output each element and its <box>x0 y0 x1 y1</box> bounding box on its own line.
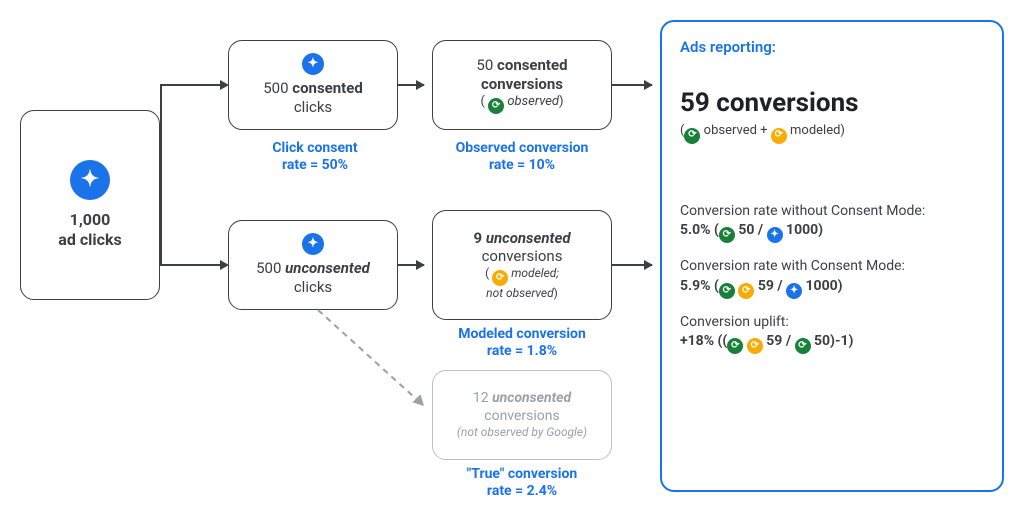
consented-count: 500 <box>263 79 288 97</box>
metric-uplift: Conversion uplift: +18% ((⟳ ⟳ 59 / ⟳ 50)… <box>680 313 853 355</box>
click-icon: ✦ <box>302 233 324 255</box>
arrow <box>612 264 652 266</box>
arrow <box>398 264 424 266</box>
observed-icon: ⟳ <box>719 227 735 243</box>
arrow <box>160 264 230 266</box>
report-title: Ads reporting: <box>680 38 776 57</box>
observed-icon: ⟳ <box>488 98 504 114</box>
click-icon: ✦ <box>767 227 783 243</box>
consented-conv-note: observed <box>507 94 559 109</box>
ad-clicks-count: 1,000 <box>70 210 111 229</box>
arrow <box>612 84 652 86</box>
label-click-consent-rate: Click consentrate = 50% <box>240 140 390 174</box>
click-icon: ✦ <box>302 53 324 75</box>
label-true-rate: "True" conversionrate = 2.4% <box>432 466 612 500</box>
modeled-icon: ⟳ <box>747 338 763 354</box>
modeled-icon: ⟳ <box>771 128 787 144</box>
ghost-word: unconsented <box>492 390 571 406</box>
unconsented-conv-label: conversions <box>482 247 563 266</box>
report-headline: 59 conversions <box>680 87 859 120</box>
box-consented-clicks: ✦ 500 consented clicks <box>228 40 398 130</box>
consented-conv-count: 50 <box>476 56 493 74</box>
diagram-canvas: ✦ 1,000 ad clicks ✦ 500 consented clicks… <box>0 0 1024 512</box>
panel-ads-reporting: Ads reporting: 59 conversions (⟳ observe… <box>660 20 1004 492</box>
observed-icon: ⟳ <box>727 338 743 354</box>
unconsented-count: 500 <box>256 259 281 277</box>
consented-label: clicks <box>294 98 332 117</box>
observed-icon: ⟳ <box>795 338 811 354</box>
unconsented-label: clicks <box>294 278 332 297</box>
click-icon: ✦ <box>70 160 110 200</box>
consented-conv-label: conversions <box>481 75 563 93</box>
modeled-icon: ⟳ <box>492 270 508 286</box>
unconsented-conv-count: 9 <box>473 229 482 247</box>
ghost-note: (not observed by Google) <box>457 425 587 439</box>
box-unconsented-conversions: 9 unconsented conversions ( ⟳ modeled; n… <box>432 210 612 320</box>
ad-clicks-label: ad clicks <box>58 230 121 249</box>
ghost-count: 12 <box>473 390 489 406</box>
box-consented-conversions: 50 consented conversions ( ⟳ observed) <box>432 40 612 130</box>
click-icon: ✦ <box>786 283 802 299</box>
modeled-icon: ⟳ <box>738 283 754 299</box>
consented-word: consented <box>292 79 363 97</box>
unconsented-conv-note2: not observed <box>486 286 554 300</box>
report-subtitle: (⟳ observed + ⟳ modeled) <box>680 123 845 143</box>
label-observed-rate: Observed conversionrate = 10% <box>432 140 612 174</box>
unconsented-conv-note1: modeled; <box>511 266 559 280</box>
observed-icon: ⟳ <box>719 283 735 299</box>
metric-with-consent: Conversion rate with Consent Mode: 5.9% … <box>680 257 905 299</box>
arrow <box>398 84 424 86</box>
unconsented-conv-word: unconsented <box>486 229 571 247</box>
observed-icon: ⟳ <box>684 128 700 144</box>
arrow <box>160 84 230 86</box>
metric-without-consent: Conversion rate without Consent Mode: 5.… <box>680 202 925 244</box>
ghost-label: conversions <box>484 408 559 426</box>
box-unconsented-clicks: ✦ 500 unconsented clicks <box>228 220 398 310</box>
box-ad-clicks: ✦ 1,000 ad clicks <box>20 110 160 300</box>
arrow-stem <box>160 84 164 266</box>
box-true-unconsented: 12 unconsented conversions (not observed… <box>432 370 612 460</box>
arrow-dashed <box>318 310 438 420</box>
unconsented-word: unconsented <box>285 259 370 277</box>
label-modeled-rate: Modeled conversionrate = 1.8% <box>432 326 612 360</box>
consented-conv-word: consented <box>497 56 568 74</box>
